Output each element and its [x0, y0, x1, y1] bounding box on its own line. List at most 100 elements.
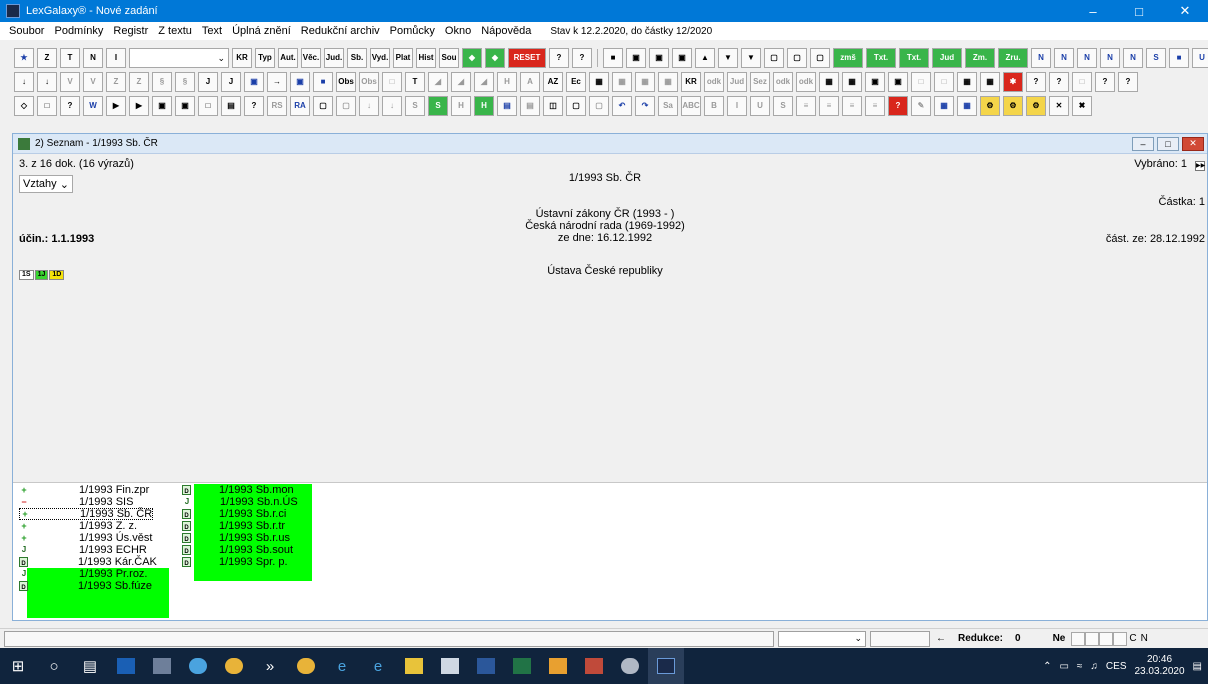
- kr2-icon[interactable]: KR: [681, 72, 701, 92]
- jud-pr-button[interactable]: Jud: [932, 48, 962, 68]
- vec-button[interactable]: Věc.: [301, 48, 321, 68]
- word-icon[interactable]: W: [83, 96, 103, 116]
- v-icon[interactable]: V: [60, 72, 80, 92]
- t-icon[interactable]: T: [60, 48, 80, 68]
- txt-zms-button[interactable]: zmš: [833, 48, 863, 68]
- status-combo[interactable]: ⌄: [778, 630, 866, 647]
- access-icon[interactable]: [576, 648, 612, 684]
- folder-icon[interactable]: ▢: [313, 96, 333, 116]
- child-restore-button[interactable]: □: [1157, 136, 1179, 151]
- hist2-icon[interactable]: H: [497, 72, 517, 92]
- tab-icon[interactable]: T: [405, 72, 425, 92]
- tool3-icon[interactable]: ⚙: [1026, 96, 1046, 116]
- child-minimize-button[interactable]: –: [1132, 136, 1154, 151]
- layout2-icon[interactable]: ▦: [980, 72, 1000, 92]
- list-item-selected[interactable]: +1/1993 Sb. ČR: [19, 508, 154, 520]
- clock[interactable]: 20:46 23.03.2020: [1134, 654, 1184, 678]
- list-item[interactable]: D 1/1993 Sb.fúze: [19, 580, 152, 592]
- sb2-icon[interactable]: ?: [1049, 72, 1069, 92]
- list-item[interactable]: D 1/1993 Spr. p.: [182, 556, 288, 568]
- align-left-icon[interactable]: ≡: [796, 96, 816, 116]
- list-item[interactable]: D 1/1993 Sb.sout: [182, 544, 293, 556]
- gki4-icon[interactable]: ?: [888, 96, 908, 116]
- expand-icon[interactable]: +: [20, 508, 30, 520]
- ec-icon[interactable]: Ec: [566, 72, 586, 92]
- expand-icon[interactable]: +: [19, 532, 29, 544]
- align-right-icon[interactable]: ≡: [842, 96, 862, 116]
- copy5-icon[interactable]: ▣: [175, 96, 195, 116]
- copy4-icon[interactable]: ▣: [152, 96, 172, 116]
- sb-button[interactable]: Sb.: [347, 48, 367, 68]
- n-icon[interactable]: N: [83, 48, 103, 68]
- txt-button[interactable]: Txt.: [866, 48, 896, 68]
- hist-button[interactable]: Hist: [416, 48, 436, 68]
- strike-icon[interactable]: S: [773, 96, 793, 116]
- notifications-icon[interactable]: ▤: [1193, 661, 1202, 672]
- taskbar-app-3[interactable]: [180, 648, 216, 684]
- abc-icon[interactable]: ABC: [681, 96, 701, 116]
- windows-start-icon[interactable]: ⊞: [0, 648, 36, 684]
- z-icon[interactable]: Z: [37, 48, 57, 68]
- menu-redukcni-archiv[interactable]: Redukční archiv: [296, 22, 385, 40]
- close-x-icon[interactable]: ✕: [1049, 96, 1069, 116]
- arrow-icon[interactable]: →: [267, 72, 287, 92]
- maximize-button[interactable]: □: [1116, 0, 1162, 22]
- grid-icon[interactable]: ▦: [589, 72, 609, 92]
- chrome2-icon[interactable]: [288, 648, 324, 684]
- box-icon[interactable]: □: [1072, 72, 1092, 92]
- gki3-icon[interactable]: ?: [244, 96, 264, 116]
- ur-icon[interactable]: U: [1192, 48, 1208, 68]
- window3-icon[interactable]: ▢: [810, 48, 830, 68]
- par2-icon[interactable]: §: [175, 72, 195, 92]
- gki2-icon[interactable]: ?: [60, 96, 80, 116]
- down-icon[interactable]: ↓: [359, 96, 379, 116]
- zru-cd-button[interactable]: Zru.: [998, 48, 1028, 68]
- undo-icon[interactable]: ↶: [612, 96, 632, 116]
- preview-icon[interactable]: □: [37, 96, 57, 116]
- task-view-icon[interactable]: ▤: [72, 648, 108, 684]
- j2-icon[interactable]: J: [221, 72, 241, 92]
- explorer-icon[interactable]: [396, 648, 432, 684]
- hist4-icon[interactable]: H: [474, 96, 494, 116]
- z3-icon[interactable]: Z: [129, 72, 149, 92]
- ra-icon[interactable]: RA: [290, 96, 310, 116]
- zm-cd-button[interactable]: Zm.: [965, 48, 995, 68]
- store-icon[interactable]: [432, 648, 468, 684]
- hist3-icon[interactable]: H: [451, 96, 471, 116]
- jud-button[interactable]: Jud.: [324, 48, 344, 68]
- status-icon-2[interactable]: [1085, 631, 1100, 646]
- volume-icon[interactable]: ♫: [1090, 661, 1098, 672]
- i-icon[interactable]: I: [106, 48, 126, 68]
- win3-icon[interactable]: □: [911, 72, 931, 92]
- menu-okno[interactable]: Okno: [440, 22, 476, 40]
- export2-icon[interactable]: ▶: [129, 96, 149, 116]
- gki-icon[interactable]: ?: [1026, 72, 1046, 92]
- menu-text[interactable]: Text: [197, 22, 227, 40]
- z2-icon[interactable]: Z: [106, 72, 126, 92]
- menu-napoveda[interactable]: Nápověda: [476, 22, 536, 40]
- new4-icon[interactable]: N: [1100, 48, 1120, 68]
- aut-button[interactable]: Aut.: [278, 48, 298, 68]
- menu-uplna-zneni[interactable]: Úplná znění: [227, 22, 296, 40]
- arrow-down2-icon[interactable]: ↓: [37, 72, 57, 92]
- menu-soubor[interactable]: Soubor: [4, 22, 49, 40]
- expand-icon[interactable]: +: [19, 484, 29, 496]
- question-icon[interactable]: ?: [1095, 72, 1115, 92]
- arrow-down-icon[interactable]: ↓: [14, 72, 34, 92]
- win4-icon[interactable]: □: [934, 72, 954, 92]
- next-icon[interactable]: ▶▶: [1195, 161, 1205, 171]
- minimize-button[interactable]: –: [1070, 0, 1116, 22]
- search-taskbar-icon[interactable]: ○: [36, 648, 72, 684]
- kr-icon[interactable]: KR: [232, 48, 252, 68]
- help2-icon[interactable]: ?: [572, 48, 592, 68]
- us-icon[interactable]: ■: [603, 48, 623, 68]
- sez-odk-icon[interactable]: Sez: [750, 72, 770, 92]
- copy3-icon[interactable]: ▣: [672, 48, 692, 68]
- ie-icon[interactable]: e: [324, 648, 360, 684]
- layout-icon[interactable]: ▦: [957, 72, 977, 92]
- rs-icon[interactable]: RS: [267, 96, 287, 116]
- status-icon-1[interactable]: [1071, 631, 1086, 646]
- menu-registr[interactable]: Registr: [108, 22, 153, 40]
- window2-icon[interactable]: ▢: [787, 48, 807, 68]
- align-center-icon[interactable]: ≡: [819, 96, 839, 116]
